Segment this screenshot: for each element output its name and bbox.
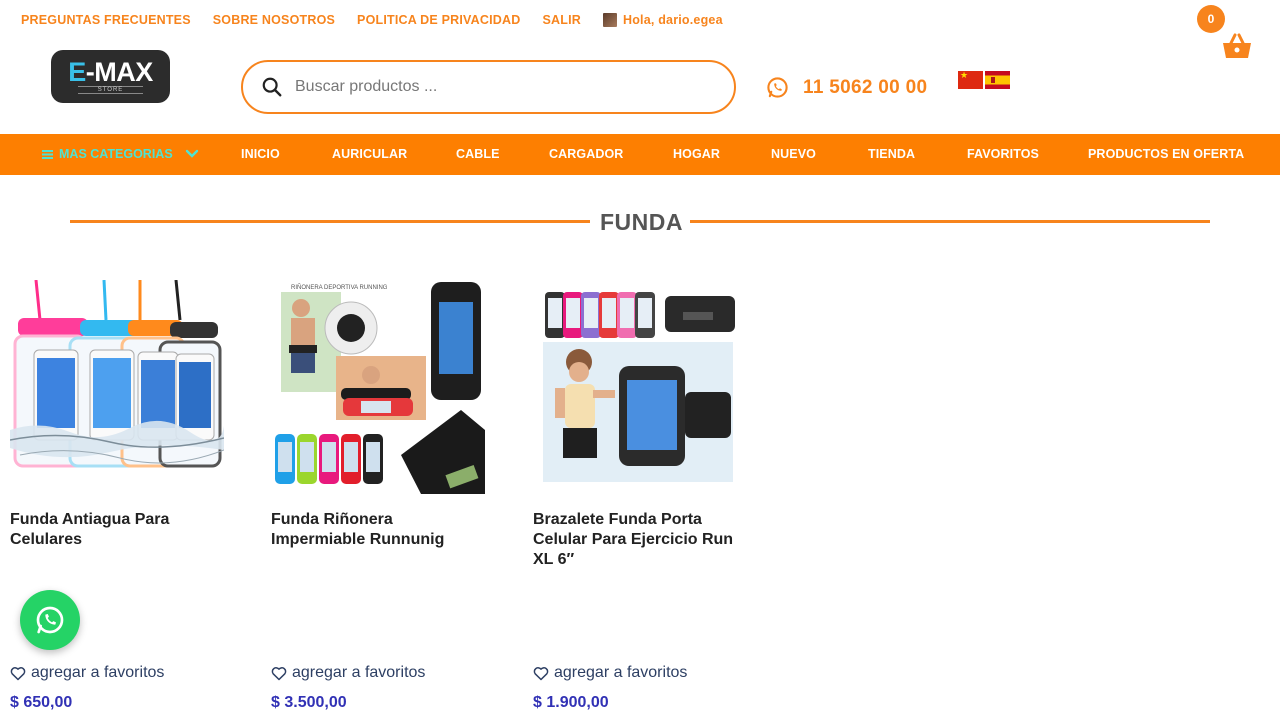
- nav-item-favoritos[interactable]: FAVORITOS: [967, 147, 1039, 161]
- privacy-link[interactable]: POLITICA DE PRIVACIDAD: [357, 13, 520, 27]
- about-link[interactable]: SOBRE NOSOTROS: [213, 13, 335, 27]
- main-nav: MAS CATEGORIAS INICIO AURICULAR CABLE CA…: [0, 134, 1280, 175]
- contact-phone[interactable]: 11 5062 00 00: [766, 76, 927, 99]
- search-icon[interactable]: [261, 76, 283, 98]
- faq-link[interactable]: PREGUNTAS FRECUENTES: [21, 13, 191, 27]
- product-title[interactable]: Funda Riñonera Impermiable Runnunig: [271, 510, 481, 550]
- whatsapp-icon: [36, 606, 64, 634]
- product-card: Funda Antiagua Para Celulares agregar a …: [10, 280, 225, 711]
- avatar: [602, 13, 617, 27]
- heart-icon: [533, 666, 549, 680]
- add-to-favorites-link[interactable]: agregar a favoritos: [10, 664, 164, 682]
- nav-item-cargador[interactable]: CARGADOR: [549, 147, 623, 161]
- top-links: PREGUNTAS FRECUENTES SOBRE NOSOTROS POLI…: [21, 13, 723, 27]
- favorite-label: agregar a favoritos: [554, 664, 688, 681]
- cart-count-badge: 0: [1197, 5, 1225, 33]
- section-divider-right: [690, 220, 1210, 223]
- whatsapp-chat-button[interactable]: [20, 590, 80, 650]
- user-greeting: Hola, dario.egea: [622, 13, 723, 27]
- categories-menu-button[interactable]: MAS CATEGORIAS: [42, 147, 199, 161]
- logo-text: E-MAX: [68, 57, 153, 87]
- logout-link[interactable]: SALIR: [542, 13, 581, 27]
- favorite-label: agregar a favoritos: [292, 664, 426, 681]
- product-card: Brazalete Funda Porta Celular Para Ejerc…: [533, 280, 748, 711]
- language-switcher: [958, 71, 1010, 89]
- nav-item-tienda[interactable]: TIENDA: [868, 147, 915, 161]
- chevron-down-icon: [185, 149, 198, 158]
- cart-button[interactable]: 0: [1196, 4, 1266, 64]
- categories-label: MAS CATEGORIAS: [59, 147, 173, 161]
- search-bar: [241, 60, 736, 114]
- store-logo[interactable]: E-MAX STORE: [51, 50, 170, 103]
- whatsapp-icon: [767, 77, 788, 98]
- product-image-caption: RIÑONERA DEPORTIVA RUNNING: [291, 284, 388, 291]
- heart-icon: [271, 666, 287, 680]
- product-card: RIÑONERA DEPORTIVA RUNNING Funda Riñoner…: [271, 280, 486, 711]
- phone-number: 11 5062 00 00: [803, 76, 928, 98]
- basket-icon: [1223, 33, 1251, 58]
- menu-icon: [42, 150, 53, 159]
- spain-flag-icon[interactable]: [985, 71, 1010, 89]
- favorite-label: agregar a favoritos: [31, 664, 165, 681]
- product-title[interactable]: Brazalete Funda Porta Celular Para Ejerc…: [533, 510, 743, 570]
- product-price: $ 3.500,00: [271, 694, 347, 711]
- product-image[interactable]: RIÑONERA DEPORTIVA RUNNING: [271, 280, 485, 494]
- search-input[interactable]: [295, 78, 715, 96]
- nav-item-cable[interactable]: CABLE: [456, 147, 500, 161]
- top-bar: PREGUNTAS FRECUENTES SOBRE NOSOTROS POLI…: [0, 0, 1280, 40]
- nav-item-hogar[interactable]: HOGAR: [673, 147, 720, 161]
- logo-subtitle: STORE: [77, 86, 144, 94]
- user-account-link[interactable]: Hola, dario.egea: [602, 13, 723, 27]
- product-title[interactable]: Funda Antiagua Para Celulares: [10, 510, 220, 550]
- heart-icon: [10, 666, 26, 680]
- nav-item-auricular[interactable]: AURICULAR: [332, 147, 407, 161]
- add-to-favorites-link[interactable]: agregar a favoritos: [271, 664, 425, 682]
- add-to-favorites-link[interactable]: agregar a favoritos: [533, 664, 687, 682]
- section-divider-left: [70, 220, 590, 223]
- product-price: $ 1.900,00: [533, 694, 609, 711]
- nav-item-ofertas[interactable]: PRODUCTOS EN OFERTA: [1088, 147, 1244, 161]
- product-image[interactable]: [10, 280, 224, 494]
- product-image[interactable]: [533, 280, 747, 494]
- nav-item-inicio[interactable]: INICIO: [241, 147, 280, 161]
- nav-item-nuevo[interactable]: NUEVO: [771, 147, 816, 161]
- china-flag-icon[interactable]: [958, 71, 983, 89]
- section-title: FUNDA: [600, 209, 683, 235]
- product-price: $ 650,00: [10, 694, 73, 711]
